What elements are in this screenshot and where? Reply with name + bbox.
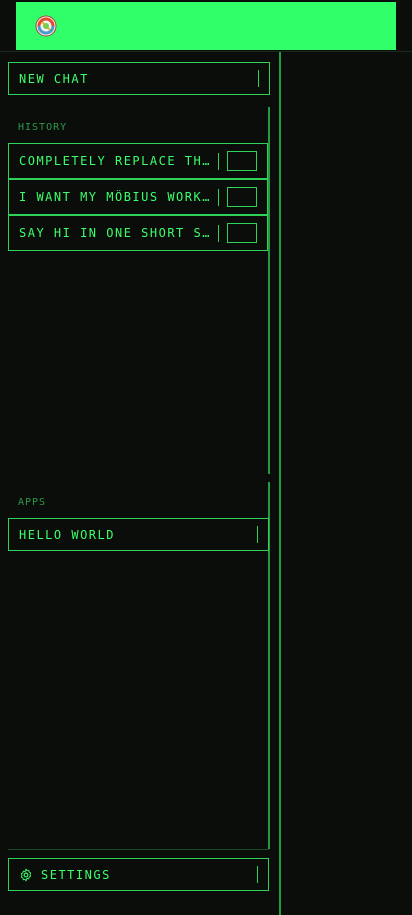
apps-section-title: APPS xyxy=(18,497,47,508)
history-item-label: SAY HI IN ONE SHORT SENTENCE xyxy=(19,226,217,240)
history-item-action-button[interactable] xyxy=(227,223,257,243)
button-divider xyxy=(257,866,258,883)
history-item-divider xyxy=(218,225,219,242)
history-item[interactable]: COMPLETELY REPLACE THE CHAT xyxy=(8,143,268,179)
gear-icon xyxy=(20,868,32,881)
sidebar-resize-handle[interactable] xyxy=(279,52,281,915)
new-chat-button[interactable]: NEW CHAT xyxy=(8,62,270,95)
sidebar: NEW CHAT HISTORY COMPLETELY REPLACE THE … xyxy=(0,52,279,915)
history-item-action-button[interactable] xyxy=(227,151,257,171)
rainbow-swirl-logo-icon[interactable] xyxy=(34,14,58,38)
history-item-divider xyxy=(218,153,219,170)
top-bar xyxy=(16,2,396,50)
history-item-label: COMPLETELY REPLACE THE CHAT xyxy=(19,154,217,168)
settings-divider xyxy=(8,849,269,850)
history-item[interactable]: SAY HI IN ONE SHORT SENTENCE xyxy=(8,215,268,251)
history-item[interactable]: I WANT MY MÖBIUS WORKSPACE xyxy=(8,179,268,215)
settings-button[interactable]: SETTINGS xyxy=(8,858,269,891)
history-scrollbar[interactable] xyxy=(268,107,270,474)
history-section-title: HISTORY xyxy=(18,122,68,133)
app-item-hello-world[interactable]: HELLO WORLD xyxy=(8,518,269,551)
history-item-divider xyxy=(218,189,219,206)
button-divider xyxy=(257,526,258,543)
settings-label: SETTINGS xyxy=(41,867,111,882)
new-chat-label: NEW CHAT xyxy=(19,71,89,86)
app-item-label: HELLO WORLD xyxy=(19,527,115,542)
history-item-label: I WANT MY MÖBIUS WORKSPACE xyxy=(19,190,217,204)
button-divider xyxy=(258,70,259,87)
history-item-action-button[interactable] xyxy=(227,187,257,207)
